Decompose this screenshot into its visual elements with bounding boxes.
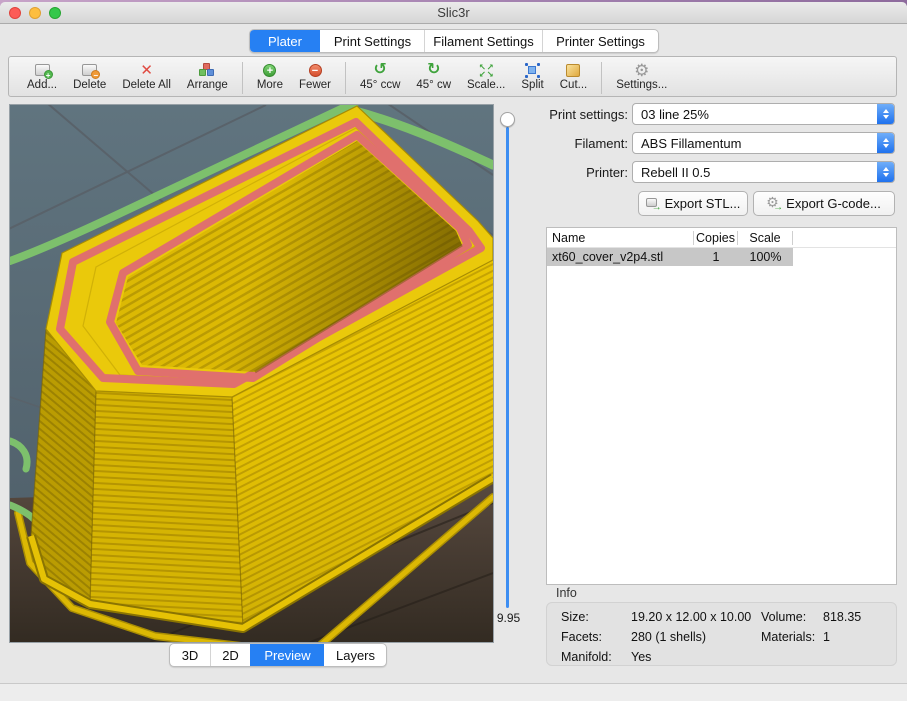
- more-copies-button[interactable]: + More: [257, 61, 283, 91]
- cell-scale: 100%: [738, 250, 793, 264]
- stepper-arrows-icon: [877, 133, 894, 153]
- arrange-button[interactable]: Arrange: [187, 61, 228, 91]
- export-stl-button[interactable]: → Export STL...: [638, 191, 748, 216]
- status-bar: [0, 684, 907, 701]
- column-header-copies[interactable]: Copies: [694, 231, 738, 245]
- export-gcode-button[interactable]: ⚙→ Export G-code...: [753, 191, 895, 216]
- volume-value: 818.35: [823, 610, 861, 624]
- print-settings-label: Print settings:: [540, 107, 628, 122]
- split-button[interactable]: Split: [521, 61, 543, 91]
- volume-label: Volume:: [761, 610, 806, 624]
- scale-button[interactable]: ↖↗ ↙↘ Scale...: [467, 61, 505, 91]
- toolbar-separator: [242, 62, 243, 94]
- column-header-scale[interactable]: Scale: [738, 231, 793, 245]
- tab-plater[interactable]: Plater: [250, 30, 320, 52]
- column-header-name[interactable]: Name: [547, 231, 694, 245]
- facets-label: Facets:: [561, 630, 602, 644]
- add-button[interactable]: + Add...: [27, 61, 57, 91]
- table-row[interactable]: xt60_cover_v2p4.stl 1 100%: [547, 248, 793, 266]
- delete-box-icon: −: [82, 61, 97, 79]
- window-title: Slic3r: [0, 2, 907, 23]
- view-tab-preview[interactable]: Preview: [250, 644, 324, 666]
- cell-copies: 1: [694, 250, 738, 264]
- red-x-icon: ✕: [140, 61, 153, 79]
- add-box-icon: +: [35, 61, 50, 79]
- view-mode-tab-bar: 3D 2D Preview Layers: [169, 643, 387, 667]
- layer-preview-scene: [10, 105, 493, 642]
- settings-button[interactable]: ⚙ Settings...: [616, 61, 667, 91]
- scale-arrows-icon: ↖↗ ↙↘: [479, 61, 494, 79]
- rotate-ccw-button[interactable]: ↺ 45° ccw: [360, 61, 400, 91]
- tab-filament-settings[interactable]: Filament Settings: [424, 30, 542, 52]
- fewer-copies-button[interactable]: − Fewer: [299, 61, 331, 91]
- cut-box-icon: [566, 61, 580, 79]
- split-handles-icon: [525, 61, 540, 79]
- view-tab-layers[interactable]: Layers: [324, 644, 386, 666]
- stepper-arrows-icon: [877, 162, 894, 182]
- export-stl-icon: →: [646, 197, 660, 210]
- tab-print-settings[interactable]: Print Settings: [320, 30, 424, 52]
- cut-button[interactable]: Cut...: [560, 61, 587, 91]
- rotate-cw-button[interactable]: ↻ 45° cw: [416, 61, 451, 91]
- delete-button[interactable]: − Delete: [73, 61, 106, 91]
- print-settings-select[interactable]: 03 line 25%: [632, 103, 895, 125]
- filament-value: ABS Fillamentum: [641, 136, 741, 151]
- info-group-legend: Info: [556, 586, 577, 600]
- main-tab-bar: Plater Print Settings Filament Settings …: [249, 29, 659, 53]
- layer-slider-value: 9.95: [488, 611, 529, 625]
- object-list-table: Name Copies Scale xt60_cover_v2p4.stl 1 …: [546, 227, 897, 585]
- manifold-value: Yes: [631, 650, 651, 664]
- preview-canvas[interactable]: [9, 104, 494, 643]
- view-tab-2d[interactable]: 2D: [210, 644, 250, 666]
- layer-slider-track[interactable]: [506, 127, 509, 608]
- cell-name: xt60_cover_v2p4.stl: [547, 250, 694, 264]
- size-label: Size:: [561, 610, 589, 624]
- printer-value: Rebell II 0.5: [641, 165, 710, 180]
- filament-select[interactable]: ABS Fillamentum: [632, 132, 895, 154]
- delete-all-button[interactable]: ✕ Delete All: [122, 61, 171, 91]
- table-header: Name Copies Scale: [547, 228, 896, 248]
- printer-label: Printer:: [540, 165, 628, 180]
- arrange-cubes-icon: [199, 61, 216, 79]
- view-tab-3d[interactable]: 3D: [170, 644, 210, 666]
- toolbar-separator: [601, 62, 602, 94]
- filament-label: Filament:: [540, 136, 628, 151]
- plater-toolbar: + Add... − Delete ✕ Delete All Arrange +…: [8, 56, 897, 97]
- print-settings-value: 03 line 25%: [641, 107, 709, 122]
- size-value: 19.20 x 12.00 x 10.00: [631, 610, 751, 624]
- export-gcode-icon: ⚙→: [767, 197, 781, 210]
- stepper-arrows-icon: [877, 104, 894, 124]
- gear-icon: ⚙: [634, 61, 649, 79]
- tab-printer-settings[interactable]: Printer Settings: [542, 30, 658, 52]
- materials-value: 1: [823, 630, 830, 644]
- rotate-ccw-icon: ↺: [373, 61, 386, 79]
- toolbar-separator: [345, 62, 346, 94]
- manifold-label: Manifold:: [561, 650, 612, 664]
- info-group: Size: 19.20 x 12.00 x 10.00 Volume: 818.…: [546, 602, 897, 666]
- green-plus-circle-icon: +: [263, 61, 276, 79]
- facets-value: 280 (1 shells): [631, 630, 706, 644]
- printer-select[interactable]: Rebell II 0.5: [632, 161, 895, 183]
- materials-label: Materials:: [761, 630, 815, 644]
- red-minus-circle-icon: −: [309, 61, 322, 79]
- rotate-cw-icon: ↻: [427, 61, 440, 79]
- layer-slider-knob[interactable]: [500, 112, 515, 127]
